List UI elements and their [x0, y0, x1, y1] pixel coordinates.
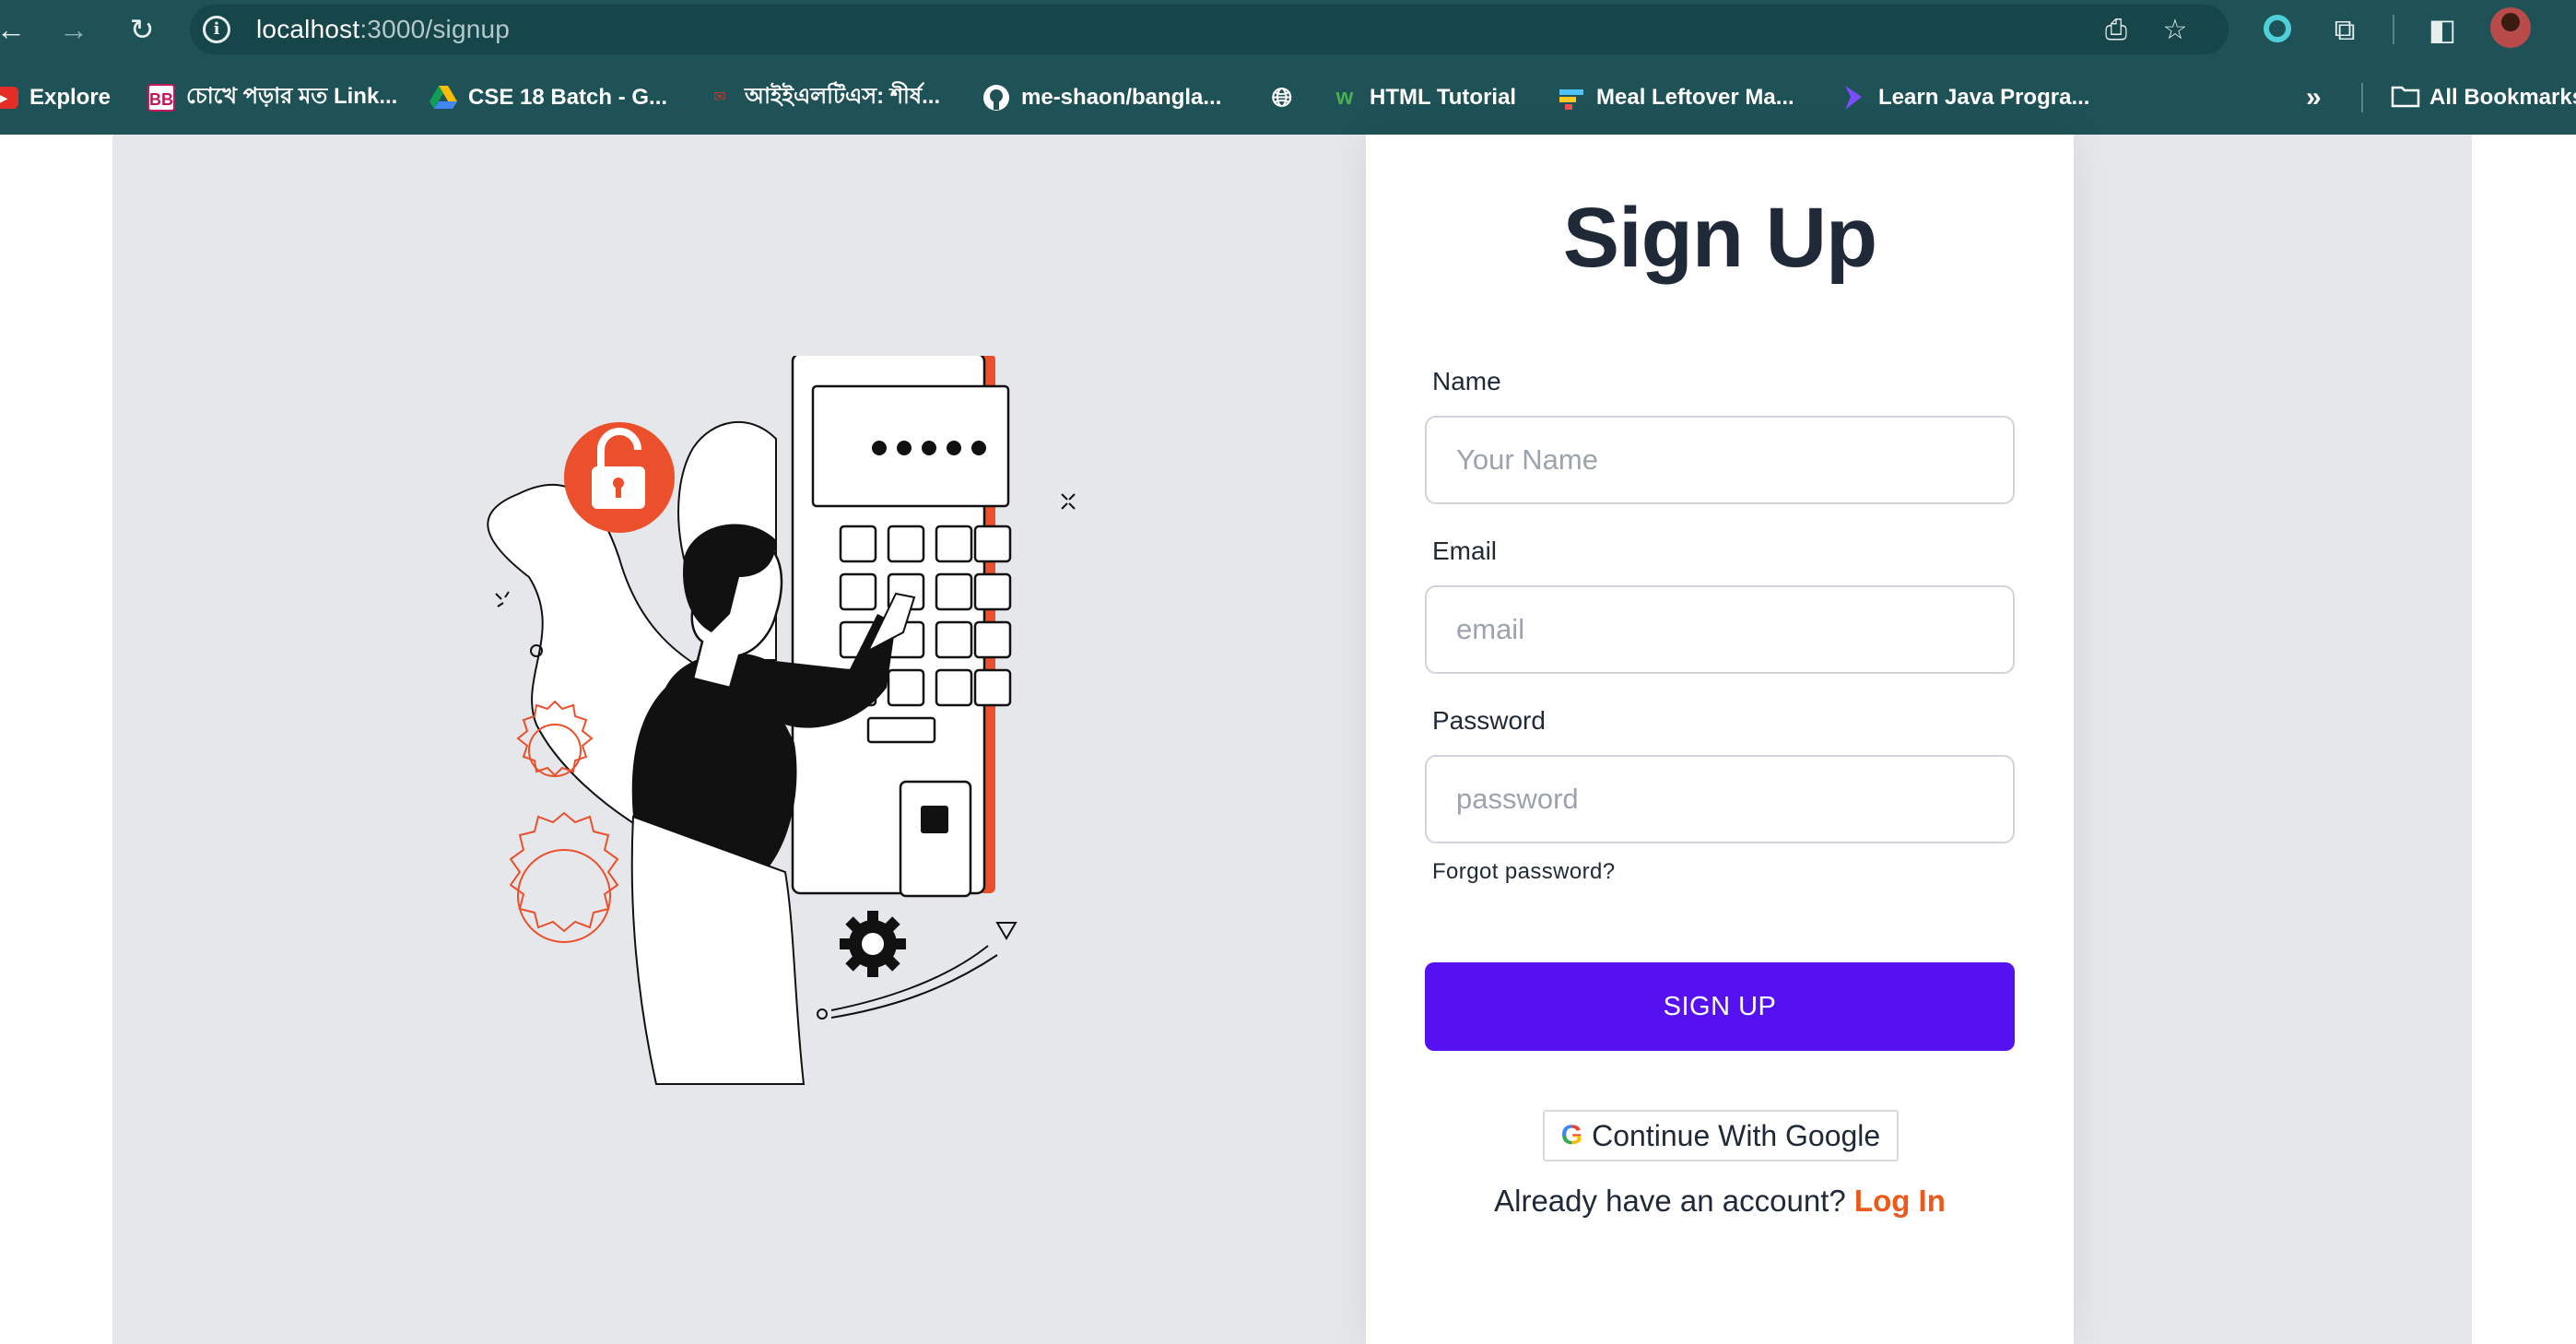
url-text[interactable]: localhost:3000/signup	[256, 15, 510, 44]
bookmark-learn-java[interactable]: Learn Java Progra...	[1840, 76, 2089, 120]
profile-avatar[interactable]	[2490, 7, 2531, 48]
illustration-panel	[112, 135, 1366, 1344]
bookmark-label: আইইএলটিএস: শীর্ষ...	[745, 84, 941, 109]
folder-icon	[2391, 84, 2420, 112]
bb-icon: BB	[147, 84, 175, 112]
password-input[interactable]	[1425, 755, 2015, 843]
extensions-puzzle-icon[interactable]: ⧉	[2324, 9, 2365, 50]
url-host: localhost	[256, 15, 360, 43]
google-drive-icon	[429, 84, 457, 112]
bookmark-label: me-shaon/bangla...	[1021, 85, 1222, 110]
right-background	[2074, 135, 2472, 1344]
browser-toolbar: ← → ↻ i localhost:3000/signup ⎙ ☆ ⧉ ◧	[0, 0, 2576, 59]
login-prompt: Already have an account? Log In	[1366, 1184, 2074, 1219]
address-bar[interactable]: i localhost:3000/signup ⎙ ☆	[190, 5, 2229, 54]
bookmarks-bar: ▶ Explore BB চোখে পড়ার মত Link... CSE 1…	[0, 76, 2576, 120]
all-bookmarks-label: All Bookmarks	[2429, 85, 2576, 110]
globe-icon: 🌐︎	[1271, 83, 1293, 112]
google-button-label: Continue With Google	[1592, 1118, 1881, 1152]
forgot-password-link[interactable]: Forgot password?	[1432, 859, 1616, 885]
email-input[interactable]	[1425, 585, 2015, 674]
bookmark-globe[interactable]: 🌐︎	[1268, 76, 1296, 120]
bookmark-link-collection[interactable]: BB চোখে পড়ার মত Link...	[147, 76, 397, 120]
bookmark-label: Explore	[29, 85, 112, 110]
github-icon	[982, 84, 1010, 112]
more-bookmarks-icon[interactable]: »	[2306, 76, 2322, 120]
password-label: Password	[1432, 706, 1546, 735]
browser-chrome: ← → ↻ i localhost:3000/signup ⎙ ☆ ⧉ ◧ ▶ …	[0, 0, 2576, 135]
side-panel-icon[interactable]: ◧	[2422, 9, 2463, 50]
bookmarks-divider	[2361, 83, 2363, 112]
bookmark-html-tutorial[interactable]: w HTML Tutorial	[1331, 76, 1516, 120]
email-label: Email	[1432, 536, 1498, 565]
reload-icon[interactable]: ↻	[122, 9, 162, 50]
back-arrow-icon[interactable]: ←	[0, 9, 31, 50]
bookmark-github[interactable]: me-shaon/bangla...	[982, 76, 1221, 120]
site-info-icon[interactable]: i	[203, 16, 230, 43]
install-app-icon[interactable]: ⎙	[2100, 14, 2133, 47]
log-in-link[interactable]: Log In	[1854, 1184, 1946, 1218]
bookmark-label: HTML Tutorial	[1370, 85, 1517, 110]
name-input[interactable]	[1425, 416, 2015, 504]
page-body: Sign Up Name Email Password Forgot passw…	[0, 135, 2576, 1344]
bookmark-label: চোখে পড়ার মত Link...	[186, 84, 398, 109]
java-icon	[1840, 84, 1867, 112]
security-keypad-illustration	[487, 356, 1076, 1085]
toolbar-divider	[2393, 15, 2394, 44]
continue-with-google-button[interactable]: G Continue With Google	[1543, 1110, 1899, 1161]
url-path: :3000/signup	[359, 15, 511, 43]
bookmark-label: CSE 18 Batch - G...	[468, 85, 668, 110]
bookmark-star-icon[interactable]: ☆	[2158, 14, 2192, 47]
youtube-icon: ▶	[0, 87, 18, 109]
forward-arrow-icon[interactable]: →	[53, 9, 94, 50]
have-account-text: Already have an account?	[1494, 1184, 1846, 1218]
bookmark-explore[interactable]: ▶ Explore	[0, 76, 111, 120]
site-icon: ✉	[713, 89, 726, 105]
bookmark-cse-batch[interactable]: CSE 18 Batch - G...	[429, 76, 667, 120]
page-title: Sign Up	[1562, 191, 1878, 285]
google-icon: G	[1560, 1120, 1583, 1150]
bookmark-label: Meal Leftover Ma...	[1596, 85, 1794, 110]
w3schools-icon: w	[1335, 85, 1354, 110]
signup-card: Sign Up Name Email Password Forgot passw…	[1366, 135, 2074, 1344]
bookmark-ielts[interactable]: ✉ আইইএলটিএস: শীর্ষ...	[706, 76, 940, 120]
all-bookmarks[interactable]: All Bookmarks	[2391, 76, 2576, 120]
extension-ring-icon[interactable]	[2264, 15, 2291, 42]
app-icon	[1558, 84, 1585, 112]
sign-up-button[interactable]: SIGN UP	[1425, 962, 2015, 1051]
bookmark-label: Learn Java Progra...	[1878, 85, 2090, 110]
name-label: Name	[1432, 367, 1501, 395]
bookmark-meal-leftover[interactable]: Meal Leftover Ma...	[1558, 76, 1794, 120]
